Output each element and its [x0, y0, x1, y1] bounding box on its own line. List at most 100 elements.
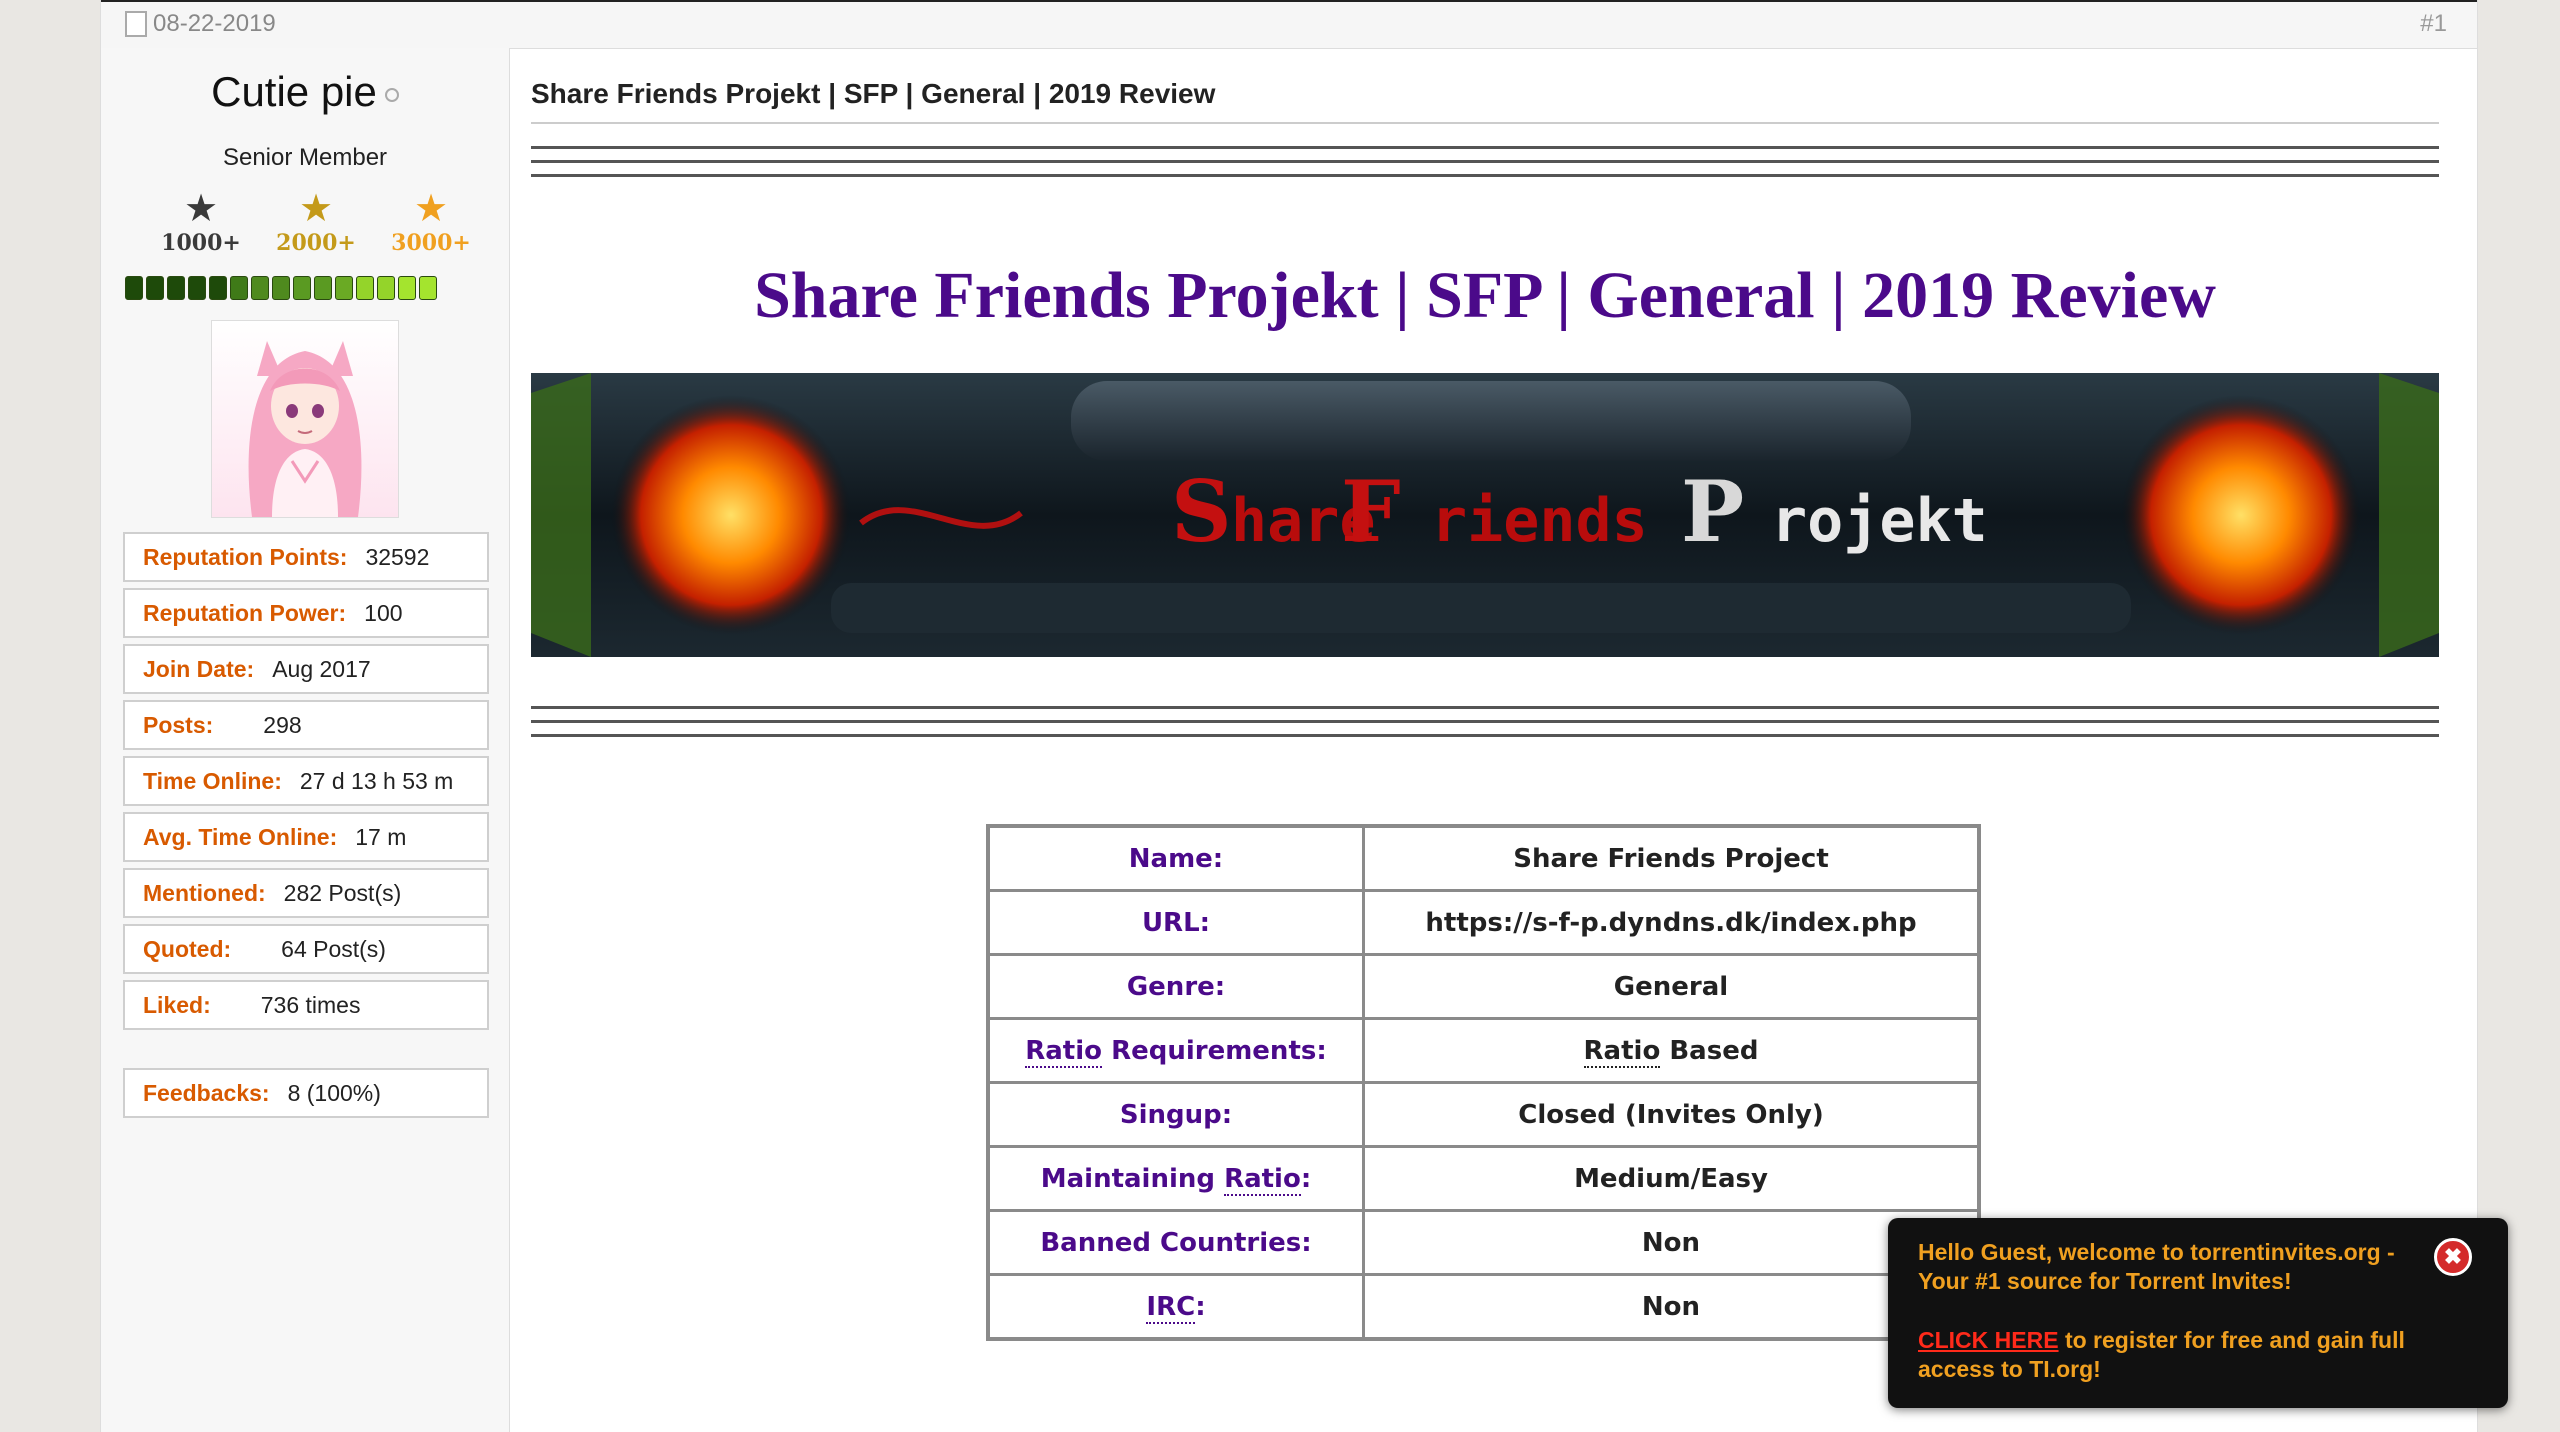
reputation-segment: [314, 276, 332, 300]
user-sidebar: Cutie pie Senior Member ★ 1000+ ★ 2000+ …: [101, 48, 510, 1432]
stat-time-online: Time Online: 27 d 13 h 53 m: [123, 756, 489, 806]
reputation-segment: [251, 276, 269, 300]
info-value-genre: General: [1362, 953, 1981, 1020]
popup-cta: CLICK HERE to register for free and gain…: [1918, 1326, 2478, 1384]
star-icon: ★: [298, 188, 334, 230]
reputation-segment: [125, 276, 143, 300]
stat-feedbacks[interactable]: Feedbacks: 8 (100%): [123, 1068, 489, 1118]
info-value-rest: Based: [1660, 1035, 1759, 1066]
banner-initial-f: F: [1341, 462, 1401, 561]
stat-value[interactable]: 8 (100%): [288, 1080, 381, 1107]
stat-mentioned[interactable]: Mentioned: 282 Post(s): [123, 868, 489, 918]
banner-word-rojekt: rojekt: [1771, 486, 1988, 556]
stat-value: 17 m: [355, 823, 407, 850]
ratio-glossary-link[interactable]: Ratio: [1224, 1163, 1301, 1196]
table-row: Banned Countries: Non: [986, 1209, 1981, 1276]
stat-label: Posts:: [143, 711, 214, 738]
table-row: Genre: General: [986, 953, 1981, 1020]
ratio-glossary-link[interactable]: Ratio: [1583, 1035, 1661, 1068]
reputation-bar: [125, 276, 437, 300]
table-row: Singup: Closed (Invites Only): [986, 1081, 1981, 1148]
info-key-maintaining-ratio: Maintaining Ratio:: [986, 1145, 1365, 1212]
info-key-rest: :: [1300, 1163, 1312, 1194]
username[interactable]: Cutie pie: [101, 68, 509, 116]
stat-label: Mentioned:: [143, 879, 266, 906]
info-key-pre: Maintaining: [1040, 1163, 1225, 1194]
table-row: IRC: Non: [986, 1273, 1981, 1341]
info-key-genre: Genre:: [986, 953, 1365, 1020]
irc-glossary-link[interactable]: IRC: [1146, 1291, 1196, 1324]
stat-join-date: Join Date: Aug 2017: [123, 644, 489, 694]
stat-liked: Liked: 736 times: [123, 980, 489, 1030]
post-date: 08-22-2019: [125, 10, 276, 38]
stat-label: Quoted:: [143, 935, 232, 962]
avatar[interactable]: [211, 320, 399, 518]
popup-message: Hello Guest, welcome to torrentinvites.o…: [1918, 1239, 2395, 1294]
stat-label: Liked:: [143, 991, 211, 1018]
reputation-segment: [377, 276, 395, 300]
star-icon: ★: [413, 188, 449, 230]
reputation-segment: [188, 276, 206, 300]
info-value-banned-countries: Non: [1362, 1209, 1981, 1276]
stat-avg-time-online: Avg. Time Online: 17 m: [123, 812, 489, 862]
post-date-text: 08-22-2019: [153, 10, 276, 37]
reputation-segment: [293, 276, 311, 300]
stat-value: 32592: [365, 543, 430, 570]
info-key-ratio-requirements: Ratio Requirements:: [986, 1017, 1365, 1084]
offline-status-icon: [384, 87, 399, 102]
reputation-segment: [230, 276, 248, 300]
close-icon[interactable]: ✖: [2434, 1238, 2472, 1276]
stat-value: 736 times: [260, 991, 361, 1018]
stat-label: Reputation Points:: [143, 543, 348, 570]
reputation-segment: [146, 276, 164, 300]
document-icon: [125, 11, 147, 37]
star-label: 1000+: [161, 230, 241, 256]
info-value-name: Share Friends Project: [1362, 824, 1981, 892]
reputation-segment: [356, 276, 374, 300]
post-header: 08-22-2019 #1: [101, 0, 2477, 49]
register-link[interactable]: CLICK HERE: [1918, 1327, 2059, 1353]
banner-word-riends: riends: [1431, 486, 1648, 556]
info-key-name: Name:: [986, 824, 1365, 892]
table-row: Maintaining Ratio: Medium/Easy: [986, 1145, 1981, 1212]
banner-initial-s: S: [1171, 462, 1232, 561]
stat-value[interactable]: 64 Post(s): [281, 936, 386, 963]
stat-quoted[interactable]: Quoted: 64 Post(s): [123, 924, 489, 974]
info-key-singup: Singup:: [986, 1081, 1365, 1148]
banner-initial-p: P: [1681, 462, 1744, 561]
guest-welcome-popup: Hello Guest, welcome to torrentinvites.o…: [1888, 1218, 2508, 1408]
stat-value[interactable]: 282 Post(s): [284, 880, 402, 907]
stat-reputation-points: Reputation Points: 32592: [123, 532, 489, 582]
star-badge-1000: ★ 1000+: [146, 188, 256, 256]
username-link[interactable]: Cutie pie: [211, 68, 377, 115]
stat-label: Reputation Power:: [143, 599, 347, 626]
post-title: Share Friends Projekt | SFP | General | …: [531, 78, 1216, 109]
table-row: Name: Share Friends Project: [986, 824, 1981, 892]
triple-divider-bottom: [531, 706, 2439, 748]
reputation-segment: [398, 276, 416, 300]
stat-posts: Posts: 298: [123, 700, 489, 750]
stat-value: 100: [364, 599, 403, 626]
stat-label: Avg. Time Online:: [143, 823, 338, 850]
stat-value: 298: [263, 711, 302, 738]
title-divider: [531, 122, 2439, 124]
reputation-segment: [272, 276, 290, 300]
info-value-irc: Non: [1362, 1273, 1981, 1341]
user-title: Senior Member: [222, 144, 388, 171]
post-number-link[interactable]: #1: [2420, 10, 2447, 38]
star-label: 2000+: [276, 230, 356, 256]
avatar-image: [248, 341, 362, 517]
info-key-irc: IRC:: [986, 1273, 1365, 1341]
reputation-segment: [167, 276, 185, 300]
review-heading: Share Friends Projekt | SFP | General | …: [754, 259, 2216, 332]
ratio-glossary-link[interactable]: Ratio: [1025, 1035, 1103, 1068]
reputation-segment: [209, 276, 227, 300]
stat-value: 27 d 13 h 53 m: [299, 767, 454, 794]
stat-reputation-power: Reputation Power: 100: [123, 588, 489, 638]
table-row: Ratio Requirements: Ratio Based: [986, 1017, 1981, 1084]
stat-label: Join Date:: [143, 655, 255, 682]
star-label: 3000+: [391, 230, 471, 256]
reputation-segment: [419, 276, 437, 300]
star-icon: ★: [183, 188, 219, 230]
stat-label: Time Online:: [143, 767, 282, 794]
